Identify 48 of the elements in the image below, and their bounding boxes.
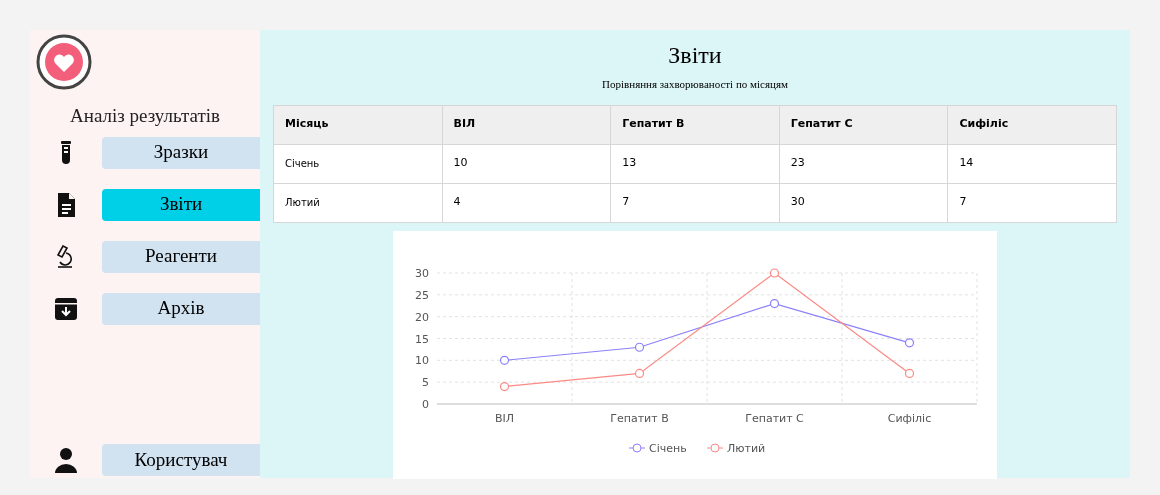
legend-label: Січень [649, 441, 687, 455]
x-tick-label: Гепатит B [610, 411, 669, 425]
column-header: Сифіліс [947, 105, 1117, 144]
x-tick-label: Сифіліс [887, 411, 932, 425]
sidebar-title: Аналіз результатів [69, 104, 221, 128]
data-point [499, 381, 510, 391]
y-tick-label: 25 [415, 288, 429, 302]
nav-button[interactable]: Користувач [102, 444, 260, 476]
y-tick-label: 0 [422, 397, 429, 411]
nav-button[interactable]: Архів [102, 292, 260, 325]
column-header: Гепатит C [779, 105, 948, 144]
table-cell: 10 [442, 144, 611, 183]
data-point [769, 298, 780, 308]
column-header: ВІЛ [442, 105, 611, 144]
y-tick-label: 15 [415, 332, 429, 345]
nav-button[interactable]: Зразки [102, 136, 260, 169]
table-cell: 7 [610, 183, 780, 222]
column-header: Місяць [273, 105, 443, 144]
y-tick-label: 20 [415, 310, 429, 324]
data-point [634, 342, 645, 352]
table-cell: 23 [779, 144, 948, 183]
y-tick-label: 10 [415, 353, 429, 367]
data-point [499, 355, 510, 365]
table-cell: 13 [610, 144, 780, 183]
heart-logo-icon [36, 34, 92, 90]
data-point [769, 267, 780, 278]
page-title: Звіти [668, 41, 722, 70]
legend-marker-icon [706, 443, 724, 452]
table-cell: 4 [442, 183, 611, 222]
user-icon [54, 446, 78, 474]
column-header: Гепатит B [610, 105, 780, 144]
x-tick-label: Гепатит C [745, 411, 804, 425]
table-cell: 14 [947, 144, 1117, 183]
data-point [634, 368, 645, 378]
x-tick-label: ВІЛ [494, 411, 515, 425]
legend-marker-icon [628, 443, 646, 452]
table-cell: 7 [947, 183, 1117, 222]
nav-button[interactable]: Реагенти [102, 240, 260, 273]
page-subtitle: Порівняння захворюваності по місяцям [602, 77, 788, 92]
table-cell: 30 [779, 183, 948, 222]
table-cell: Лютий [273, 183, 443, 222]
table-cell: Січень [273, 144, 443, 183]
y-tick-label: 30 [415, 266, 429, 280]
nav-button[interactable]: Звіти [102, 188, 260, 221]
y-tick-label: 5 [422, 375, 429, 389]
legend-label: Лютий [727, 441, 766, 455]
data-point [904, 337, 915, 347]
data-point [904, 368, 915, 378]
